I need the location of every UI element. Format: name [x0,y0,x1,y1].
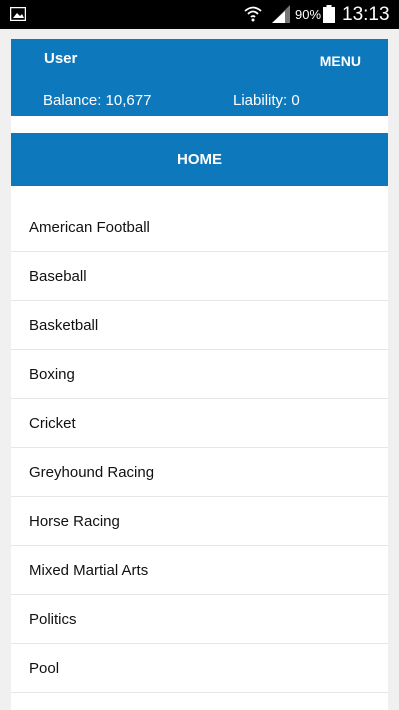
list-item-label: Horse Racing [29,512,120,530]
list-item-label: Politics [29,610,77,628]
signal-icon [272,5,290,23]
battery-percent: 90% [295,7,322,22]
list-item-mixed-martial-arts[interactable]: Mixed Martial Arts [11,546,388,595]
list-top-padding [11,186,388,203]
clock: 13:13 [342,4,390,25]
list-item-baseball[interactable]: Baseball [11,252,388,301]
list-item-pool[interactable]: Pool [11,644,388,693]
battery-icon [323,5,335,23]
gallery-icon [10,7,26,21]
list-item-greyhound-racing[interactable]: Greyhound Racing [11,448,388,497]
status-bar: 90% 13:13 [0,0,399,29]
home-label: HOME [177,151,222,168]
list-item-horse-racing[interactable]: Horse Racing [11,497,388,546]
sports-list: American Football Baseball Basketball Bo… [11,186,388,710]
list-item-boxing[interactable]: Boxing [11,350,388,399]
list-item-label: Greyhound Racing [29,463,155,481]
user-label: User [44,50,78,67]
list-item-american-football[interactable]: American Football [11,203,388,252]
balance-text: Balance: 10,677 [43,92,152,109]
liability-text: Liability: 0 [233,92,300,109]
list-item-label: American Football [29,218,150,236]
list-item-label: Mixed Martial Arts [29,561,149,579]
wifi-icon [244,6,262,22]
list-item-politics[interactable]: Politics [11,595,388,644]
list-item-basketball[interactable]: Basketball [11,301,388,350]
home-button[interactable]: HOME [11,133,388,186]
header-spacer [11,116,388,133]
list-item-label: Baseball [29,267,87,285]
list-item-label: Pool [29,659,60,677]
menu-button[interactable]: MENU [320,53,361,69]
list-item-label: Basketball [29,316,99,334]
list-item-cricket[interactable]: Cricket [11,399,388,448]
account-header: User MENU Balance: 10,677 Liability: 0 [11,39,388,116]
list-item-label: Cricket [29,414,76,432]
list-item-label: Boxing [29,365,75,383]
